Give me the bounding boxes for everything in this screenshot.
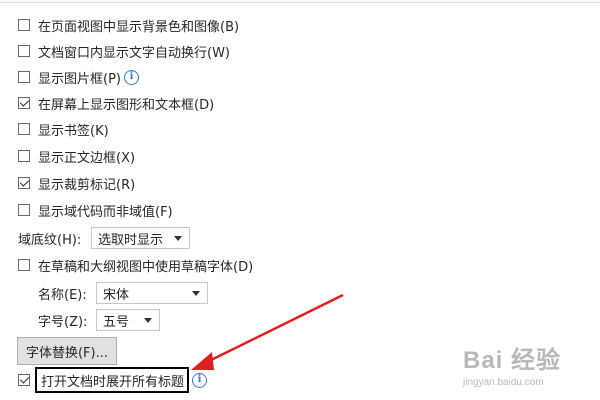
annotation-arrow-line: [204, 293, 344, 365]
watermark-logo: Bai 经验: [463, 347, 562, 374]
annotation-arrowhead: [191, 352, 214, 370]
watermark-url: jingyan.baidu.com: [463, 377, 544, 388]
watermark: Bai 经验 jingyan.baidu.com: [463, 340, 561, 388]
